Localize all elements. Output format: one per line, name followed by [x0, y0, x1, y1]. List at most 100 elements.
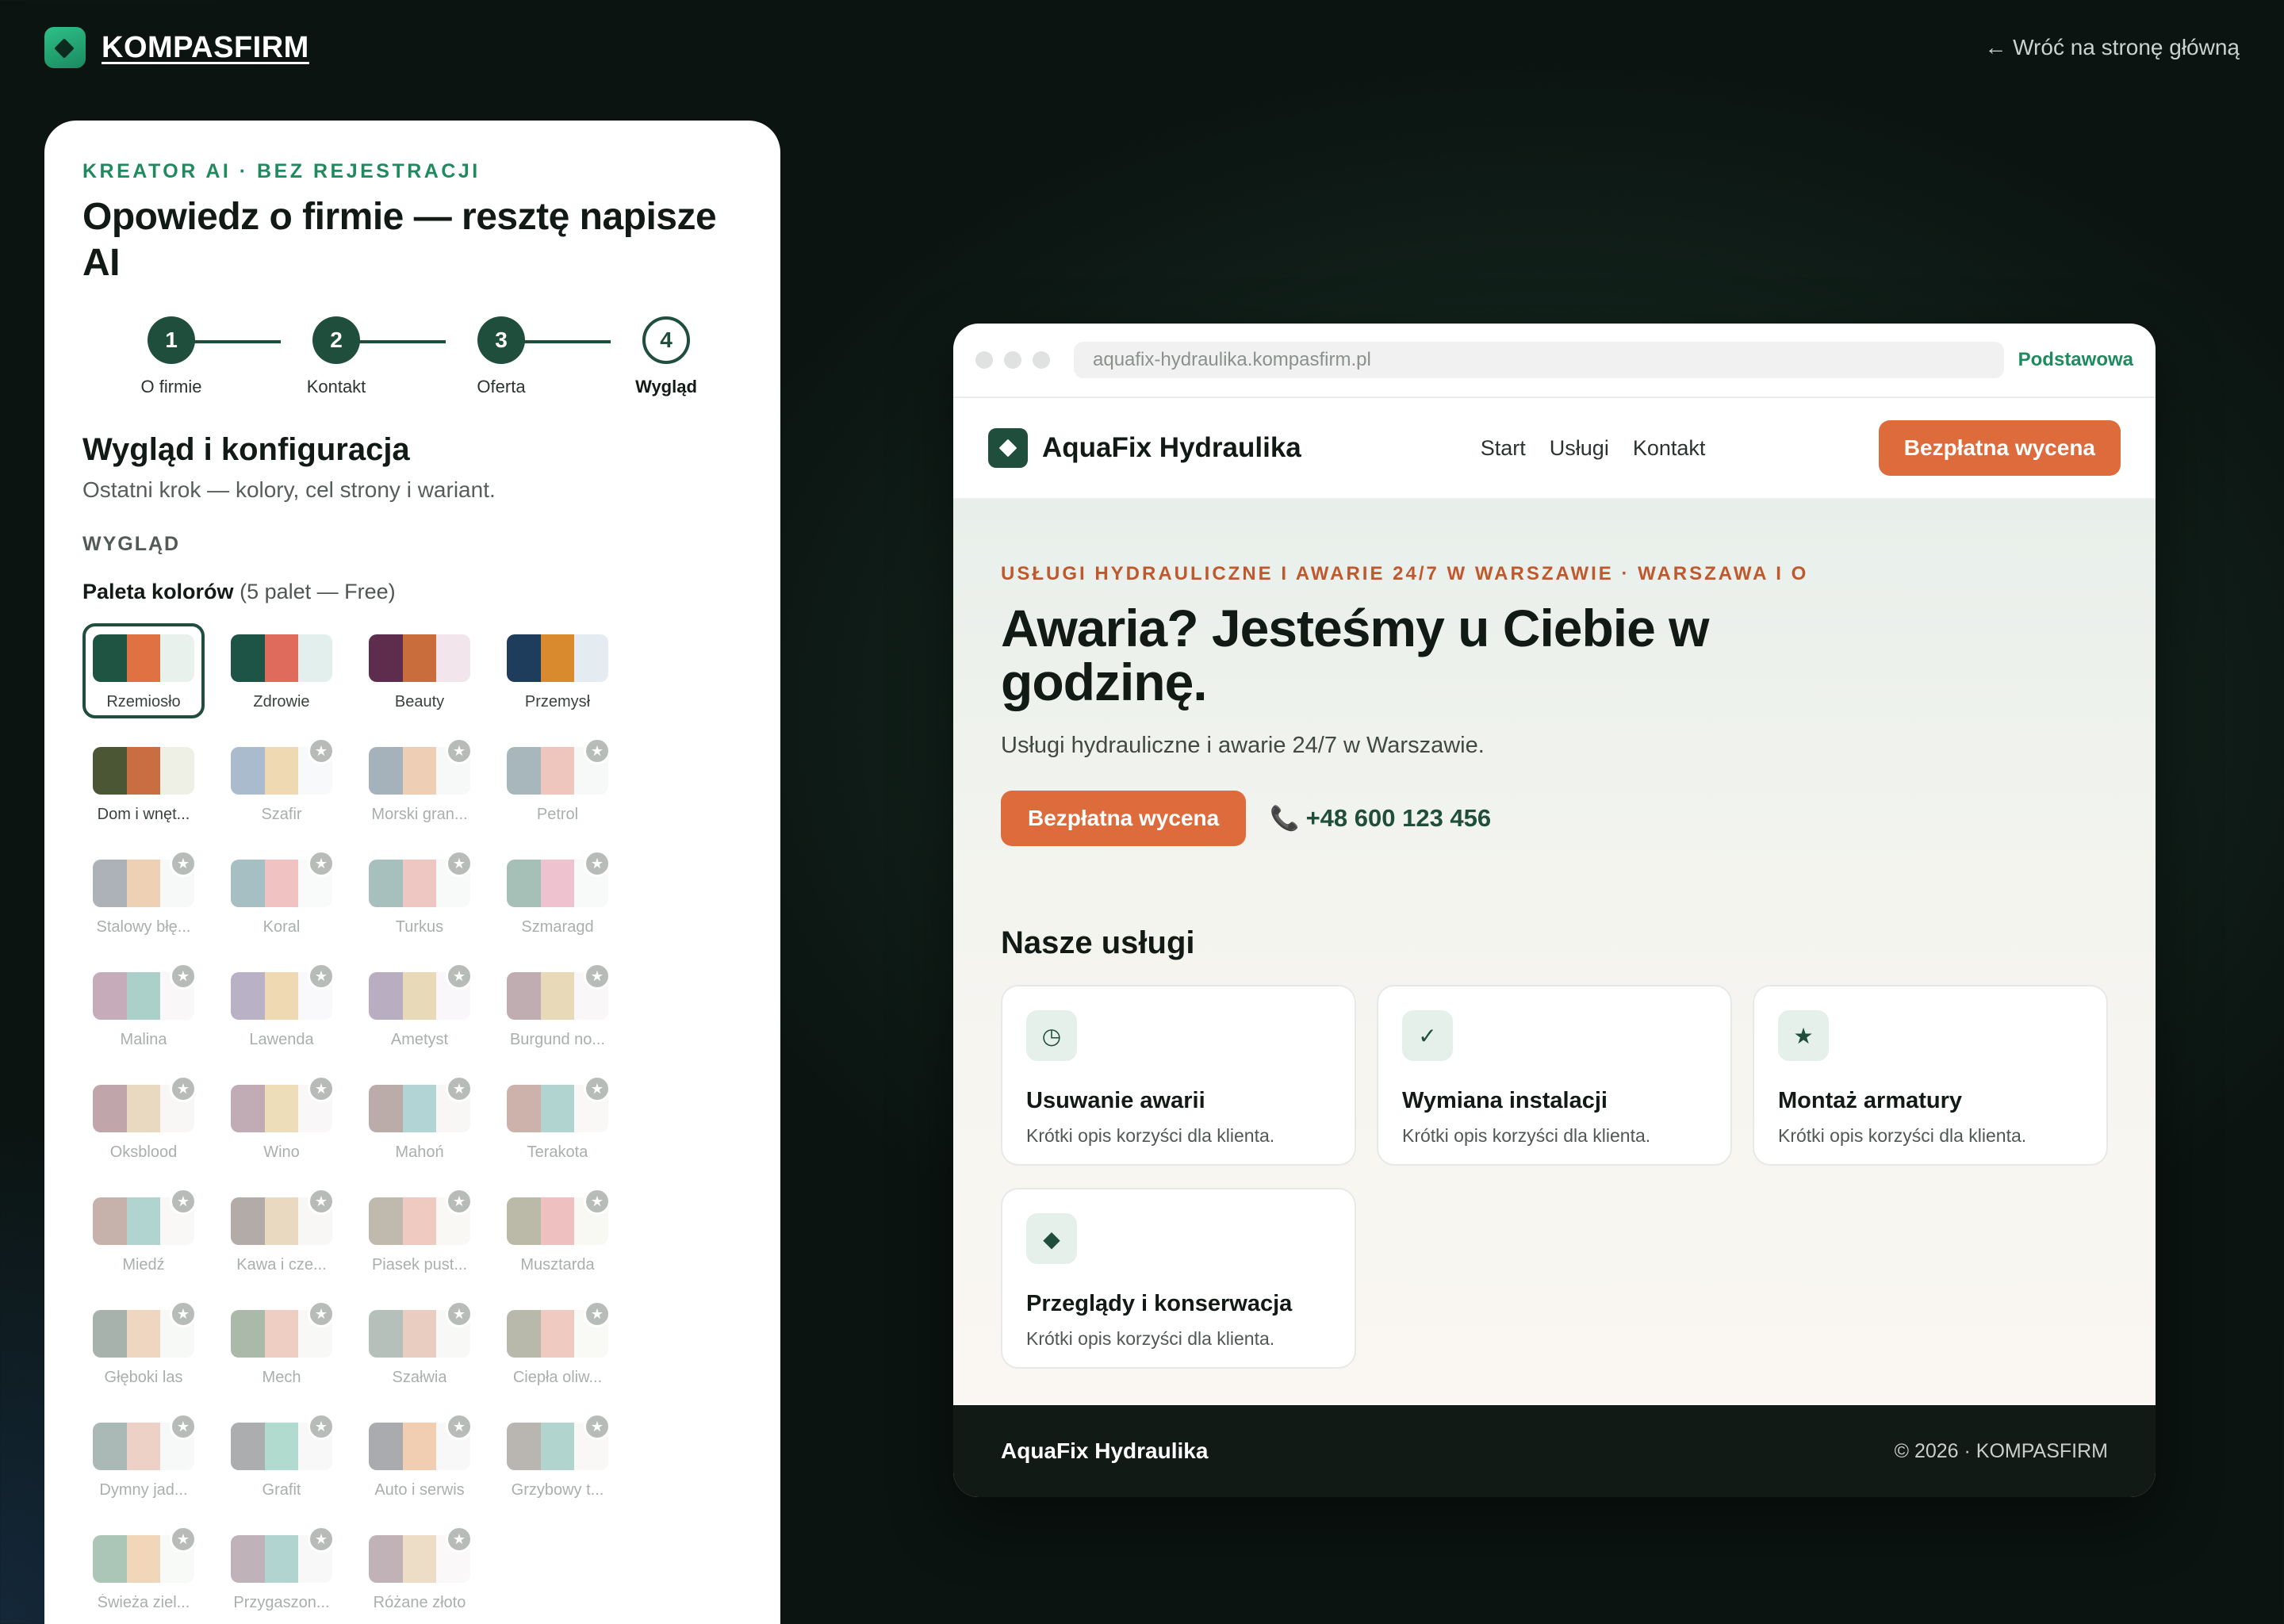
color-chip [369, 1085, 403, 1132]
palette-option[interactable]: Terakota ★ [496, 1074, 619, 1169]
color-chip [369, 1197, 403, 1245]
palette-option[interactable]: Przygaszon... ★ [220, 1524, 343, 1619]
palette-option[interactable]: Głęboki las ★ [82, 1299, 205, 1394]
premium-star-icon: ★ [308, 1075, 335, 1102]
palette-option[interactable]: Turkus ★ [358, 848, 481, 944]
color-chip [540, 1197, 575, 1245]
color-chip [402, 1535, 437, 1583]
palette-option[interactable]: Różane złoto ★ [358, 1524, 481, 1619]
step-about[interactable]: 1 O firmie [116, 316, 227, 397]
palette-option[interactable]: Musztarda ★ [496, 1186, 619, 1281]
palette-name: Piasek pust... [371, 1256, 468, 1274]
footer-copyright: © 2026 · KOMPASFIRM [1894, 1439, 2108, 1462]
palette-option[interactable]: Ciepła oliw... ★ [496, 1299, 619, 1394]
palette-option[interactable]: Oksblood ★ [82, 1074, 205, 1169]
color-chip [402, 1085, 437, 1132]
nav-link-start[interactable]: Start [1481, 436, 1526, 461]
nav-quote-button[interactable]: Bezpłatna wycena [1878, 420, 2121, 476]
service-card[interactable]: ★ Montaż armatury Krótki opis korzyści d… [1753, 985, 2108, 1166]
premium-star-icon: ★ [584, 1413, 611, 1440]
palette-option[interactable]: Grafit ★ [220, 1411, 343, 1507]
step-offer[interactable]: 3 Oferta [446, 316, 557, 397]
service-card[interactable]: ◷ Usuwanie awarii Krótki opis korzyści d… [1001, 985, 1356, 1166]
palette-name: Głęboki las [104, 1369, 183, 1386]
step-appearance[interactable]: 4 Wygląd [611, 316, 722, 397]
palette-option[interactable]: Stalowy błę... ★ [82, 848, 205, 944]
service-desc: Krótki opis korzyści dla klienta. [1026, 1125, 1275, 1146]
palette-option[interactable]: Auto i serwis ★ [358, 1411, 481, 1507]
palette-option[interactable]: Burgund no... ★ [496, 961, 619, 1056]
url-bar[interactable]: aquafix-hydraulika.kompasfirm.pl [1074, 342, 2004, 378]
step-contact[interactable]: 2 Kontakt [281, 316, 392, 397]
site-name[interactable]: AquaFix Hydraulika [1042, 432, 1301, 464]
hero-quote-button[interactable]: Bezpłatna wycena [1001, 791, 1247, 846]
color-chip [126, 1085, 161, 1132]
palette-name: Świeża ziel... [97, 1594, 190, 1611]
palette-option[interactable]: Szałwia ★ [358, 1299, 481, 1394]
palette-option[interactable]: Rzemiosło [82, 623, 205, 718]
nav-link-contact[interactable]: Kontakt [1633, 436, 1706, 461]
palette-option[interactable]: Miedź ★ [82, 1186, 205, 1281]
color-chip [93, 1085, 127, 1132]
color-chip [93, 1310, 127, 1358]
color-chip [93, 1535, 127, 1583]
palette-name: Ciepła oliw... [512, 1369, 603, 1386]
palette-option[interactable]: Dom i wnęt... [82, 736, 205, 831]
site-nav-links: Start Usługi Kontakt [1481, 436, 1706, 461]
premium-star-icon: ★ [308, 1413, 335, 1440]
palette-option[interactable]: Koral ★ [220, 848, 343, 944]
palette-name: Miedź [122, 1256, 165, 1274]
service-title: Przeglądy i konserwacja [1026, 1291, 1293, 1316]
premium-star-icon: ★ [170, 1300, 197, 1327]
services-title: Nasze usługi [1001, 925, 1195, 960]
palette-option[interactable]: Petrol ★ [496, 736, 619, 831]
service-title: Montaż armatury [1778, 1088, 1963, 1113]
variant-label[interactable]: Podstawowa [2018, 349, 2133, 371]
color-chip [507, 747, 541, 795]
palette-name: Mech [262, 1369, 301, 1386]
palette-name: Przygaszon... [233, 1594, 330, 1611]
palette-name: Mahoń [395, 1143, 444, 1161]
color-chip [540, 1085, 575, 1132]
color-chip [540, 972, 575, 1020]
palette-option[interactable]: Mahoń ★ [358, 1074, 481, 1169]
color-chip [507, 634, 541, 682]
palette-option[interactable]: Kawa i cze... ★ [220, 1186, 343, 1281]
brand-name[interactable]: KOMPASFIRM [102, 31, 309, 65]
section-title: Wygląd i konfiguracja [82, 432, 410, 467]
palette-option[interactable]: Szafir ★ [220, 736, 343, 831]
palette-option[interactable]: Beauty [358, 623, 481, 718]
palette-name: Stalowy błę... [96, 918, 191, 936]
palette-option[interactable]: Zdrowie [220, 623, 343, 718]
color-chip [507, 1423, 541, 1470]
palette-name: Burgund no... [509, 1031, 606, 1048]
palette-option[interactable]: Lawenda ★ [220, 961, 343, 1056]
hero-actions: Bezpłatna wycena 📞 +48 600 123 456 [1001, 791, 2108, 846]
nav-link-services[interactable]: Usługi [1550, 436, 1609, 461]
palette-option[interactable]: Mech ★ [220, 1299, 343, 1394]
premium-star-icon: ★ [308, 1300, 335, 1327]
palette-option[interactable]: Przemysł [496, 623, 619, 718]
color-chip [507, 1310, 541, 1358]
back-to-home-link[interactable]: ← Wróć na stronę główną [1984, 35, 2240, 60]
phone-link[interactable]: 📞 +48 600 123 456 [1270, 804, 1491, 833]
palette-option[interactable]: Szmaragd ★ [496, 848, 619, 944]
palette-option[interactable]: Świeża ziel... ★ [82, 1524, 205, 1619]
palette-option[interactable]: Grzybowy t... ★ [496, 1411, 619, 1507]
palette-option[interactable]: Wino ★ [220, 1074, 343, 1169]
palette-note: (5 palet — Free) [240, 580, 396, 603]
palette-chips [93, 747, 194, 795]
palette-name: Dom i wnęt... [97, 806, 190, 823]
palette-option[interactable]: Malina ★ [82, 961, 205, 1056]
palette-option[interactable]: Morski gran... ★ [358, 736, 481, 831]
palette-option[interactable]: Ametyst ★ [358, 961, 481, 1056]
step-number: 3 [477, 316, 525, 364]
wizard-stepper: 1 O firmie 2 Kontakt 3 Oferta 4 Wygląd [82, 316, 742, 404]
palette-option[interactable]: Piasek pust... ★ [358, 1186, 481, 1281]
service-card[interactable]: ✓ Wymiana instalacji Krótki opis korzyśc… [1377, 985, 1732, 1166]
premium-star-icon: ★ [446, 1413, 473, 1440]
service-card[interactable]: ◆ Przeglądy i konserwacja Krótki opis ko… [1001, 1188, 1356, 1369]
palette-option[interactable]: Dymny jad... ★ [82, 1411, 205, 1507]
color-chip [93, 972, 127, 1020]
brand-link[interactable]: KOMPASFIRM [44, 27, 309, 68]
